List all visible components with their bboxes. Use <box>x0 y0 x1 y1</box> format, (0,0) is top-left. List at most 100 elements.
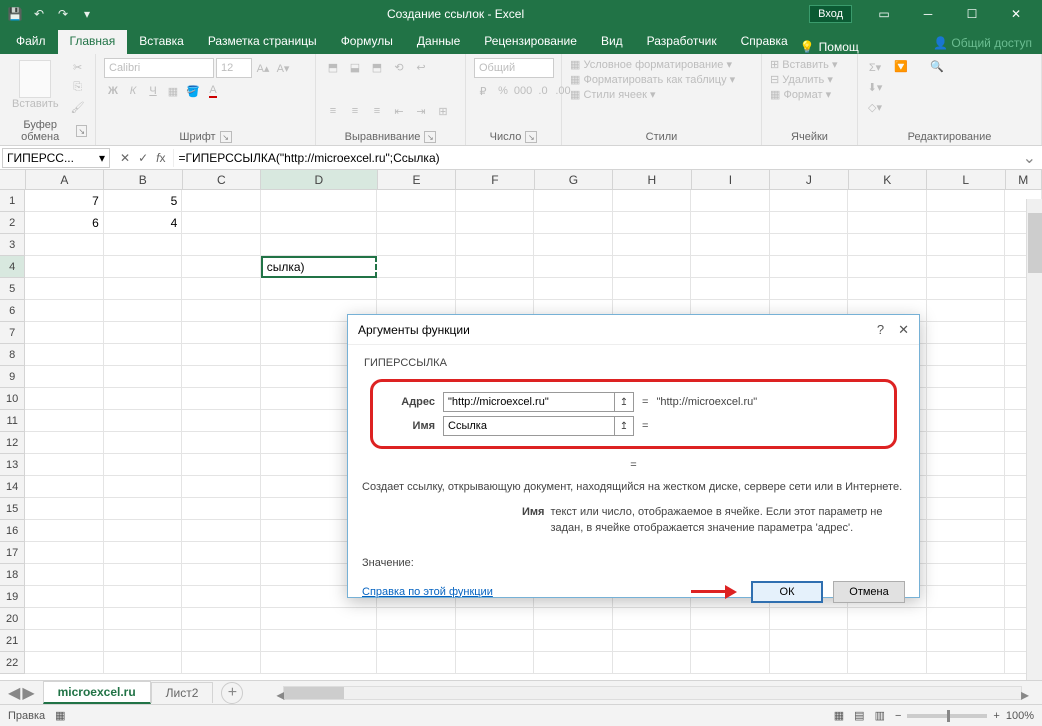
cell[interactable] <box>927 652 1005 674</box>
tab-home[interactable]: Главная <box>58 30 128 54</box>
cell-styles-button[interactable]: ▦ Стили ячеек ▾ <box>570 88 656 101</box>
align-left-icon[interactable]: ≡ <box>324 102 342 120</box>
cell[interactable] <box>534 652 612 674</box>
cell[interactable] <box>927 520 1005 542</box>
row-header[interactable]: 18 <box>0 564 25 586</box>
cell[interactable] <box>104 278 182 300</box>
font-size-combo[interactable]: 12 <box>216 58 252 78</box>
wrap-text-icon[interactable]: ↩ <box>412 58 430 76</box>
cell[interactable] <box>25 608 103 630</box>
cell[interactable] <box>377 190 455 212</box>
cell[interactable] <box>25 476 103 498</box>
cell[interactable] <box>104 476 182 498</box>
cell[interactable] <box>456 212 534 234</box>
select-all-corner[interactable] <box>0 170 26 189</box>
cell[interactable] <box>770 256 848 278</box>
row-header[interactable]: 10 <box>0 388 25 410</box>
cell[interactable] <box>25 388 103 410</box>
tab-page-layout[interactable]: Разметка страницы <box>196 30 329 54</box>
cell[interactable] <box>25 586 103 608</box>
cell[interactable] <box>182 608 260 630</box>
align-top-icon[interactable]: ⬒ <box>324 58 342 76</box>
cell[interactable]: 6 <box>25 212 103 234</box>
cell[interactable] <box>691 608 769 630</box>
tab-data[interactable]: Данные <box>405 30 472 54</box>
sheet-tab-1[interactable]: microexcel.ru <box>43 681 151 704</box>
cell[interactable] <box>927 432 1005 454</box>
cell[interactable] <box>613 190 691 212</box>
clipboard-dialog-icon[interactable]: ↘ <box>76 125 87 137</box>
cell[interactable] <box>534 190 612 212</box>
cell[interactable] <box>927 476 1005 498</box>
cell[interactable] <box>927 410 1005 432</box>
cell[interactable] <box>25 652 103 674</box>
cell[interactable] <box>377 256 455 278</box>
tab-review[interactable]: Рецензирование <box>472 30 589 54</box>
align-center-icon[interactable]: ≡ <box>346 102 364 120</box>
vertical-scrollbar[interactable] <box>1026 199 1042 680</box>
underline-icon[interactable]: Ч <box>144 82 162 100</box>
indent-inc-icon[interactable]: ⇥ <box>412 102 430 120</box>
cell[interactable] <box>104 520 182 542</box>
cancel-button[interactable]: Отмена <box>833 581 905 603</box>
col-header[interactable]: K <box>849 170 927 189</box>
cell[interactable] <box>770 212 848 234</box>
tab-insert[interactable]: Вставка <box>127 30 196 54</box>
qat-dropdown-icon[interactable]: ▾ <box>78 5 96 23</box>
col-header[interactable]: H <box>613 170 691 189</box>
cell[interactable] <box>182 388 260 410</box>
cell[interactable] <box>534 278 612 300</box>
row-header[interactable]: 7 <box>0 322 25 344</box>
dialog-close-icon[interactable]: ✕ <box>898 322 909 338</box>
view-page-break-icon[interactable]: ▥ <box>875 709 885 722</box>
cell[interactable] <box>104 586 182 608</box>
row-header[interactable]: 3 <box>0 234 25 256</box>
cell[interactable] <box>927 212 1005 234</box>
cell[interactable] <box>534 212 612 234</box>
macro-record-icon[interactable]: ▦ <box>55 709 65 722</box>
cell[interactable] <box>927 608 1005 630</box>
redo-icon[interactable]: ↷ <box>54 5 72 23</box>
cell[interactable] <box>613 256 691 278</box>
dec-inc-icon[interactable]: .0 <box>534 82 552 100</box>
cell[interactable] <box>261 234 377 256</box>
cell[interactable] <box>927 278 1005 300</box>
copy-icon[interactable]: ⎘ <box>69 78 87 96</box>
cell[interactable] <box>182 344 260 366</box>
cell[interactable] <box>261 190 377 212</box>
cell[interactable] <box>104 630 182 652</box>
cell[interactable] <box>104 300 182 322</box>
row-header[interactable]: 6 <box>0 300 25 322</box>
row-header[interactable]: 9 <box>0 366 25 388</box>
cell[interactable] <box>182 542 260 564</box>
fill-color-icon[interactable]: 🪣 <box>184 82 202 100</box>
cell[interactable] <box>613 278 691 300</box>
tab-help[interactable]: Справка <box>729 30 800 54</box>
currency-icon[interactable]: ₽ <box>474 82 492 100</box>
cell[interactable] <box>25 432 103 454</box>
cell[interactable] <box>104 344 182 366</box>
undo-icon[interactable]: ↶ <box>30 5 48 23</box>
tab-formulas[interactable]: Формулы <box>329 30 405 54</box>
cell[interactable] <box>104 608 182 630</box>
cell[interactable] <box>182 300 260 322</box>
help-icon[interactable]: ? <box>877 322 884 338</box>
cell[interactable] <box>927 564 1005 586</box>
cell[interactable] <box>182 234 260 256</box>
cell[interactable] <box>456 278 534 300</box>
cell[interactable] <box>770 234 848 256</box>
cell[interactable] <box>770 652 848 674</box>
col-header[interactable]: G <box>535 170 613 189</box>
row-header[interactable]: 1 <box>0 190 25 212</box>
fill-icon[interactable]: ⬇▾ <box>866 78 884 96</box>
tell-me[interactable]: 💡Помощ <box>800 40 867 54</box>
cell[interactable] <box>182 366 260 388</box>
cell[interactable] <box>927 542 1005 564</box>
ok-button[interactable]: ОК <box>751 581 823 603</box>
cell[interactable] <box>182 454 260 476</box>
font-name-combo[interactable]: Calibri <box>104 58 214 78</box>
cell[interactable] <box>456 256 534 278</box>
cell[interactable] <box>104 498 182 520</box>
conditional-formatting-button[interactable]: ▦ Условное форматирование ▾ <box>570 58 732 71</box>
cell[interactable] <box>25 520 103 542</box>
